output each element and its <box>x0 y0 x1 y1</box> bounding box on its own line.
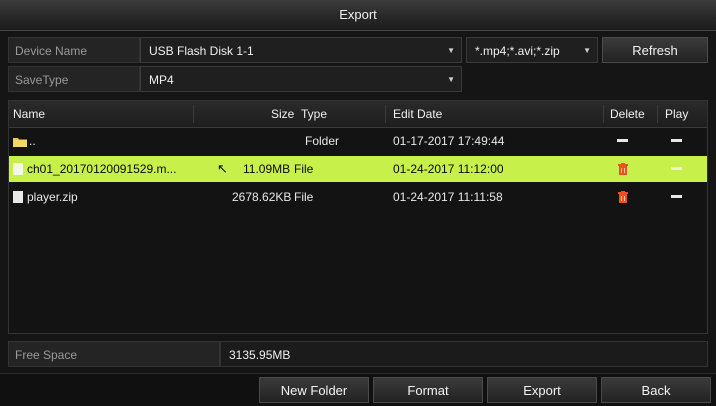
save-type-value: MP4 <box>149 73 174 87</box>
save-type-select[interactable]: MP4 ▼ <box>140 66 462 92</box>
row-name: .. <box>29 134 36 148</box>
format-button[interactable]: Format <box>373 377 483 403</box>
row-size: 2678.62KB <box>232 190 292 204</box>
free-space-label: Free Space <box>8 341 220 367</box>
row-edit-date: 01-24-2017 11:11:58 <box>393 190 503 204</box>
row-edit-date: 01-24-2017 11:12:00 <box>393 162 504 176</box>
chevron-down-icon: ▼ <box>447 75 455 84</box>
row-type: File <box>294 162 314 176</box>
delete-disabled-icon <box>617 139 628 142</box>
new-folder-button[interactable]: New Folder <box>259 377 369 403</box>
row-name: ch01_20170120091529.m... <box>27 162 177 176</box>
row-type: File <box>294 190 314 204</box>
chevron-down-icon: ▼ <box>447 46 455 55</box>
row-name: player.zip <box>27 190 78 204</box>
back-button[interactable]: Back <box>601 377 711 403</box>
file-icon <box>13 191 23 206</box>
column-divider <box>385 105 386 123</box>
column-divider <box>193 105 194 123</box>
mouse-cursor-icon: ↖ <box>217 161 228 176</box>
row-edit-date: 01-17-2017 17:49:44 <box>393 134 505 148</box>
header-play: Play <box>665 107 689 121</box>
video-file-icon <box>13 163 23 178</box>
play-disabled-icon <box>671 195 682 198</box>
free-space-value: 3135.95MB <box>220 341 708 367</box>
chevron-down-icon: ▼ <box>583 46 591 55</box>
file-table: Name Size Type Edit Date Delete Play .. … <box>8 100 708 334</box>
device-name-label: Device Name <box>8 37 140 63</box>
window-title: Export <box>0 0 716 31</box>
table-row[interactable]: ch01_20170120091529.m... ↖ 11.09MB File … <box>9 156 707 182</box>
export-button[interactable]: Export <box>487 377 597 403</box>
file-filter-value: *.mp4;*.avi;*.zip <box>475 44 560 58</box>
column-divider <box>603 105 604 123</box>
header-edit-date[interactable]: Edit Date <box>393 101 442 127</box>
device-name-value: USB Flash Disk 1-1 <box>149 44 254 58</box>
trash-icon[interactable] <box>618 191 628 203</box>
table-row[interactable]: .. Folder 01-17-2017 17:49:44 <box>9 128 707 154</box>
header-size[interactable]: Size <box>271 101 294 127</box>
table-row[interactable]: player.zip 2678.62KB File 01-24-2017 11:… <box>9 184 707 210</box>
play-disabled-icon <box>671 139 682 142</box>
play-disabled-icon <box>671 167 682 170</box>
refresh-button[interactable]: Refresh <box>602 37 708 63</box>
trash-icon[interactable] <box>618 163 628 175</box>
column-divider <box>657 105 658 123</box>
header-name[interactable]: Name <box>13 101 45 127</box>
table-header: Name Size Type Edit Date Delete Play <box>9 101 707 128</box>
header-delete: Delete <box>610 107 645 121</box>
save-type-label: SaveType <box>8 66 140 92</box>
export-window: Export Device Name USB Flash Disk 1-1 ▼ … <box>0 0 716 406</box>
row-size: 11.09MB <box>243 162 291 176</box>
header-type[interactable]: Type <box>301 101 327 127</box>
row-type: Folder <box>305 134 340 148</box>
folder-icon <box>13 136 27 150</box>
device-name-select[interactable]: USB Flash Disk 1-1 ▼ <box>140 37 462 63</box>
bottom-toolbar: New Folder Format Export Back <box>0 373 716 406</box>
file-filter-select[interactable]: *.mp4;*.avi;*.zip ▼ <box>466 37 598 63</box>
